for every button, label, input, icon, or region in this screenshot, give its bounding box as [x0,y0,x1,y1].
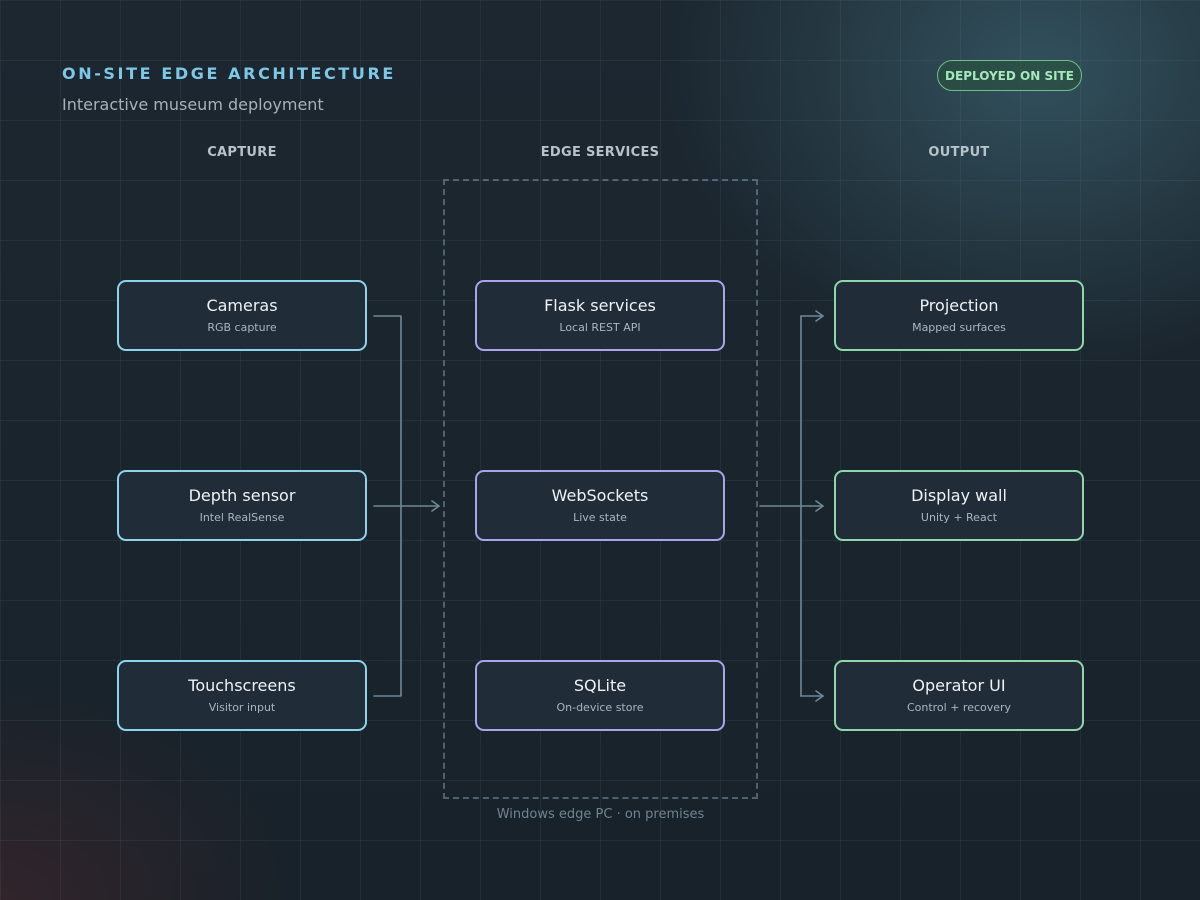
node-websockets[interactable]: WebSockets Live state [475,470,725,541]
node-title: Cameras [206,296,278,315]
diagram-canvas: ON-SITE EDGE ARCHITECTURE Interactive mu… [0,0,1200,900]
node-title: Depth sensor [188,486,296,505]
edge-pc-caption: Windows edge PC · on premises [496,807,705,822]
node-title: Operator UI [912,676,1006,695]
node-title: Touchscreens [188,676,296,695]
node-subtitle: RGB capture [207,321,277,334]
node-subtitle: On-device store [556,701,644,714]
node-display-wall[interactable]: Display wall Unity + React [834,470,1084,541]
node-flask-services[interactable]: Flask services Local REST API [475,280,725,351]
node-title: Display wall [911,486,1007,505]
node-subtitle: Local REST API [559,321,641,334]
node-title: Flask services [544,296,656,315]
page-subtitle: Interactive museum deployment [62,95,324,114]
node-subtitle: Control + recovery [906,701,1012,714]
node-title: Projection [919,296,999,315]
node-touchscreens[interactable]: Touchscreens Visitor input [117,660,367,731]
column-heading-edge-services: EDGE SERVICES [540,145,660,160]
node-projection[interactable]: Projection Mapped surfaces [834,280,1084,351]
page-title: ON-SITE EDGE ARCHITECTURE [62,64,396,83]
node-title: SQLite [573,676,627,695]
node-subtitle: Visitor input [208,701,276,714]
node-subtitle: Unity + React [920,511,998,524]
node-cameras[interactable]: Cameras RGB capture [117,280,367,351]
node-subtitle: Intel RealSense [199,511,285,524]
status-badge: DEPLOYED ON SITE [937,60,1082,91]
node-subtitle: Live state [573,511,627,524]
column-heading-capture: CAPTURE [207,145,277,160]
node-operator-ui[interactable]: Operator UI Control + recovery [834,660,1084,731]
node-sqlite[interactable]: SQLite On-device store [475,660,725,731]
node-depth-sensor[interactable]: Depth sensor Intel RealSense [117,470,367,541]
column-heading-output: OUTPUT [928,145,990,160]
node-subtitle: Mapped surfaces [912,321,1006,334]
node-title: WebSockets [551,486,649,505]
